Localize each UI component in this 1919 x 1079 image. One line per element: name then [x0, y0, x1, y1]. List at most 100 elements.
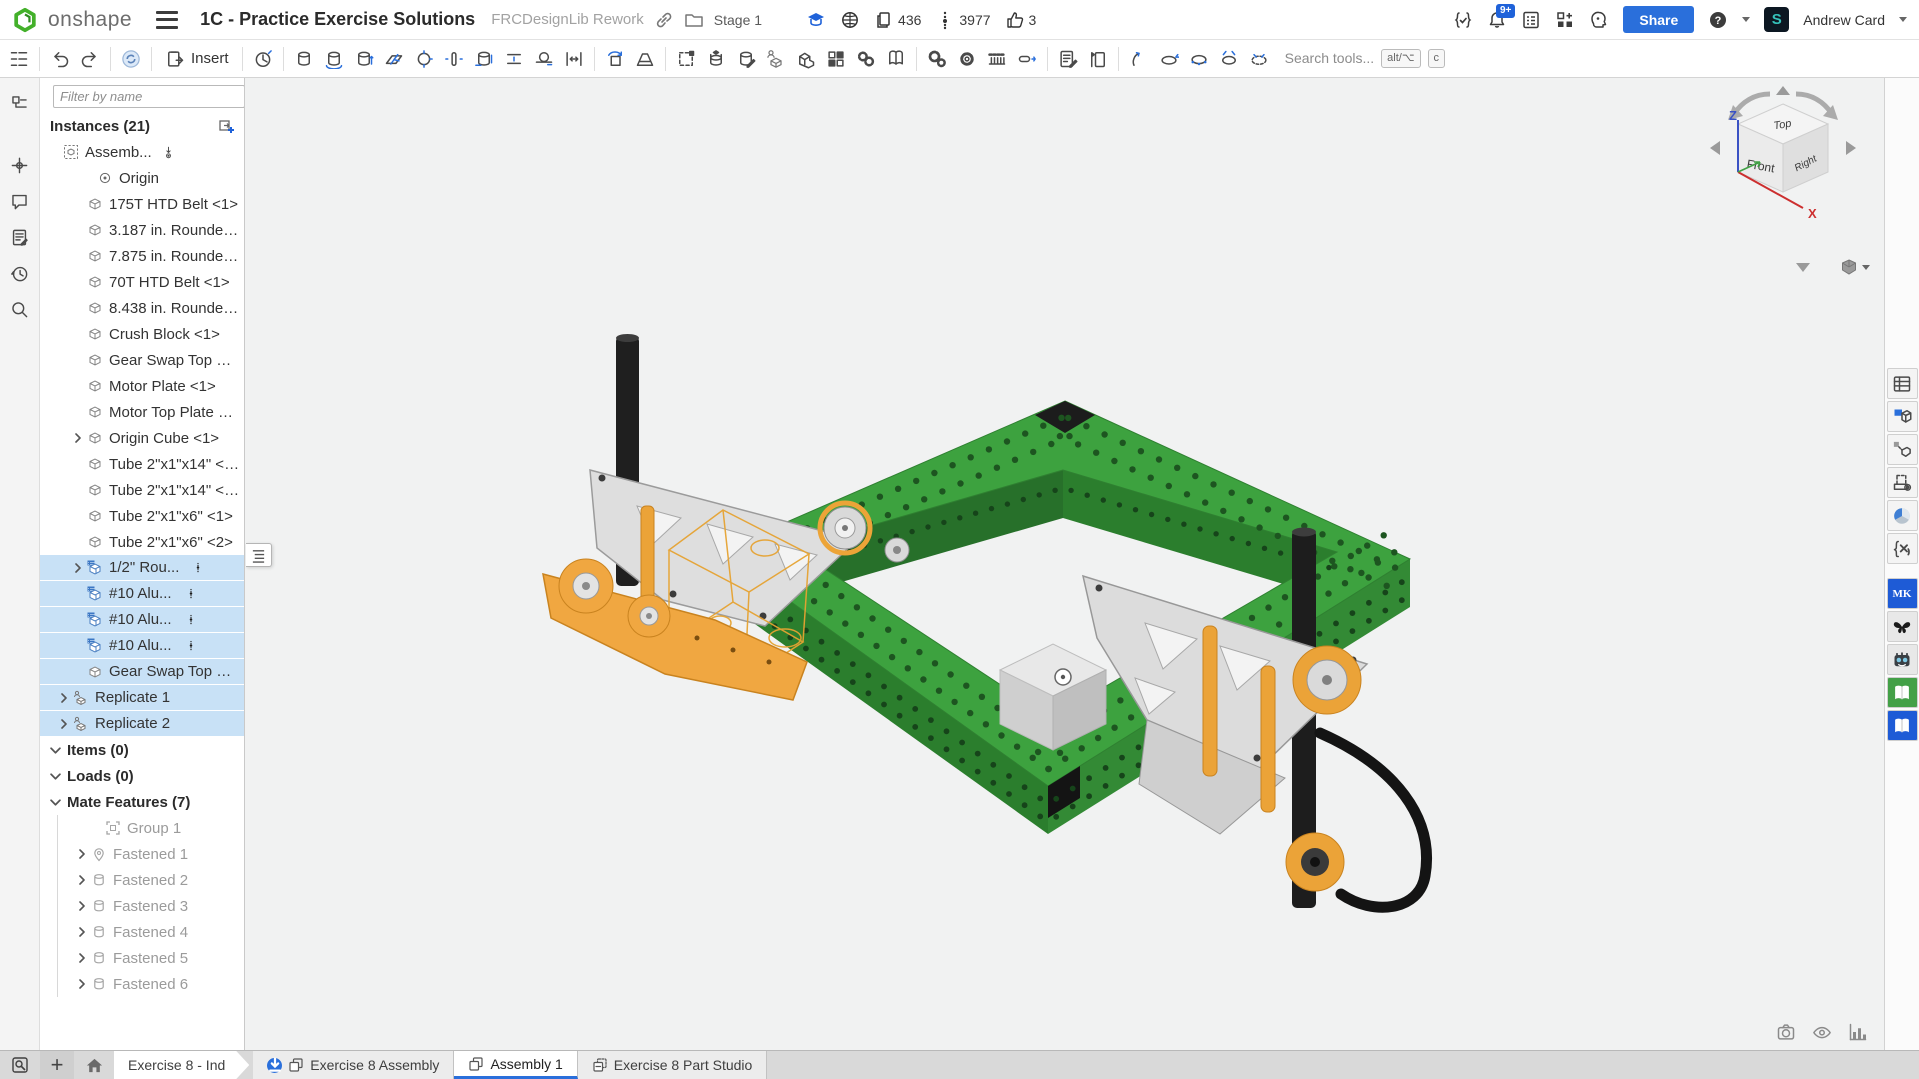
section-header[interactable]: Loads (0) [40, 763, 244, 789]
main-menu-icon[interactable] [156, 11, 178, 29]
planar-mate-icon[interactable] [379, 44, 409, 74]
tree-item[interactable]: 175T HTD Belt <1> [40, 191, 244, 217]
bill-of-materials-icon[interactable] [1053, 44, 1083, 74]
explode-icon[interactable] [881, 44, 911, 74]
parallel-mate-icon[interactable] [499, 44, 529, 74]
tree-item[interactable]: Group 1 [58, 815, 244, 841]
tree-item[interactable]: Gear Swap Top Plate ... [40, 659, 244, 685]
featurescript-panel-button[interactable] [1887, 533, 1918, 564]
tree-item[interactable]: Replicate 1 [40, 685, 244, 711]
instances-panel-icon[interactable] [5, 88, 35, 118]
link-icon[interactable] [654, 10, 674, 30]
copies-stat[interactable]: 436 [874, 10, 921, 30]
rotate-down-arrow-icon[interactable] [1796, 263, 1810, 272]
appearance-panel-button[interactable] [1887, 500, 1918, 531]
expand-chevron-icon[interactable] [74, 953, 89, 963]
likes-stat[interactable]: 3 [1005, 10, 1037, 30]
history-icon[interactable] [5, 258, 35, 288]
expand-chevron-icon[interactable] [74, 927, 89, 937]
assembly-panel-icon[interactable] [4, 44, 34, 74]
edit-part-icon[interactable] [731, 44, 761, 74]
avatar[interactable]: S [1764, 7, 1789, 32]
tree-item[interactable]: Replicate 2 [40, 711, 244, 737]
tree-item[interactable]: Fastened 5 [58, 945, 244, 971]
section-view-panel-button[interactable] [1887, 467, 1918, 498]
view-cube[interactable]: Top Front Right Z X [1708, 86, 1858, 256]
ball-mate-icon[interactable] [409, 44, 439, 74]
tree-item[interactable]: Tube 2"x1"x6" <1> [40, 503, 244, 529]
configuration-dots-icon[interactable] [186, 612, 196, 627]
tree-item[interactable]: 8.438 in. Rounded Hex... [40, 295, 244, 321]
transform-icon[interactable] [600, 44, 630, 74]
view-menu-button[interactable] [1840, 258, 1870, 276]
configurations-panel-button[interactable] [1887, 401, 1918, 432]
user-menu-caret-icon[interactable] [1899, 17, 1907, 22]
search-document-icon[interactable] [5, 294, 35, 324]
apps-icon[interactable] [1555, 10, 1575, 30]
tree-item[interactable]: 3.187 in. Rounded Hex... [40, 217, 244, 243]
tree-item[interactable]: #10 Alu... [40, 633, 244, 659]
release-notes-icon[interactable] [5, 222, 35, 252]
animate-snap-icon[interactable] [1214, 44, 1244, 74]
sync-icon[interactable] [116, 44, 146, 74]
select-region-icon[interactable] [671, 44, 701, 74]
tree-item[interactable]: Fastened 1 [58, 841, 244, 867]
in-context-icon[interactable] [791, 44, 821, 74]
tree-item[interactable]: #10 Alu... [40, 607, 244, 633]
animate-path-icon[interactable] [1124, 44, 1154, 74]
comments-icon[interactable] [5, 186, 35, 216]
tree-item[interactable]: Origin [40, 165, 244, 191]
ai-assistant-icon[interactable] [1589, 10, 1609, 30]
tree-item[interactable]: 7.875 in. Rounded Hex... [40, 243, 244, 269]
expand-chevron-icon[interactable] [74, 875, 89, 885]
render-quality-icon[interactable] [1812, 1022, 1832, 1042]
tasks-icon[interactable] [1521, 10, 1541, 30]
collapse-chevron-icon[interactable] [50, 797, 61, 808]
create-part-icon[interactable] [701, 44, 731, 74]
tab-exercise-8-assembly[interactable]: Exercise 8 Assembly [253, 1051, 454, 1079]
cylindrical-mate-icon[interactable] [469, 44, 499, 74]
tab-exercise-8-part-studio[interactable]: Exercise 8 Part Studio [578, 1051, 768, 1079]
tree-item[interactable]: Fastened 3 [58, 893, 244, 919]
configuration-dots-icon[interactable] [186, 638, 196, 653]
tree-item[interactable]: Fastened 6 [58, 971, 244, 997]
tree-item[interactable]: Origin Cube <1> [40, 425, 244, 451]
collapse-chevron-icon[interactable] [50, 745, 61, 756]
expand-chevron-icon[interactable] [70, 563, 85, 573]
revolute-mate-icon[interactable] [319, 44, 349, 74]
mkcad-app-button[interactable]: MK [1887, 578, 1918, 609]
robot-app-button[interactable] [1887, 644, 1918, 675]
tree-item[interactable]: Fastened 4 [58, 919, 244, 945]
expand-chevron-icon[interactable] [56, 693, 71, 703]
screw-relation-icon[interactable] [1012, 44, 1042, 74]
mate-relation-icon[interactable] [952, 44, 982, 74]
tree-item[interactable]: Tube 2"x1"x6" <2> [40, 529, 244, 555]
insert-item-icon[interactable] [1083, 44, 1113, 74]
tree-item[interactable]: Motor Top Plate <1> [40, 399, 244, 425]
insert-button[interactable]: Insert [157, 44, 237, 74]
notifications-button[interactable]: 9+ [1487, 10, 1507, 30]
replicate-icon[interactable] [761, 44, 791, 74]
bom-panel-button[interactable] [1887, 368, 1918, 399]
tree-item[interactable]: Crush Block <1> [40, 321, 244, 347]
configuration-dots-icon[interactable] [186, 586, 196, 601]
expand-chevron-icon[interactable] [74, 979, 89, 989]
animate-revolve-icon[interactable] [1154, 44, 1184, 74]
performance-icon[interactable] [1848, 1022, 1868, 1042]
3d-viewport[interactable]: Top Front Right Z X [245, 78, 1884, 1050]
education-icon[interactable] [806, 10, 826, 30]
width-mate-icon[interactable] [559, 44, 589, 74]
public-globe-icon[interactable] [840, 10, 860, 30]
usage-stat[interactable]: 3977 [935, 10, 990, 30]
tree-item[interactable]: Tube 2"x1"x14" <2> [40, 477, 244, 503]
display-states-icon[interactable] [1244, 44, 1274, 74]
section-header[interactable]: Items (0) [40, 737, 244, 763]
measure-distance-icon[interactable] [630, 44, 660, 74]
search-tabs-button[interactable] [0, 1051, 40, 1079]
named-positions-icon[interactable] [1184, 44, 1214, 74]
expand-chevron-icon[interactable] [74, 849, 89, 859]
expand-chevron-icon[interactable] [70, 433, 85, 443]
section-header[interactable]: Mate Features (7) [40, 789, 244, 815]
version-check-icon[interactable] [1453, 10, 1473, 30]
undo-icon[interactable] [45, 44, 75, 74]
